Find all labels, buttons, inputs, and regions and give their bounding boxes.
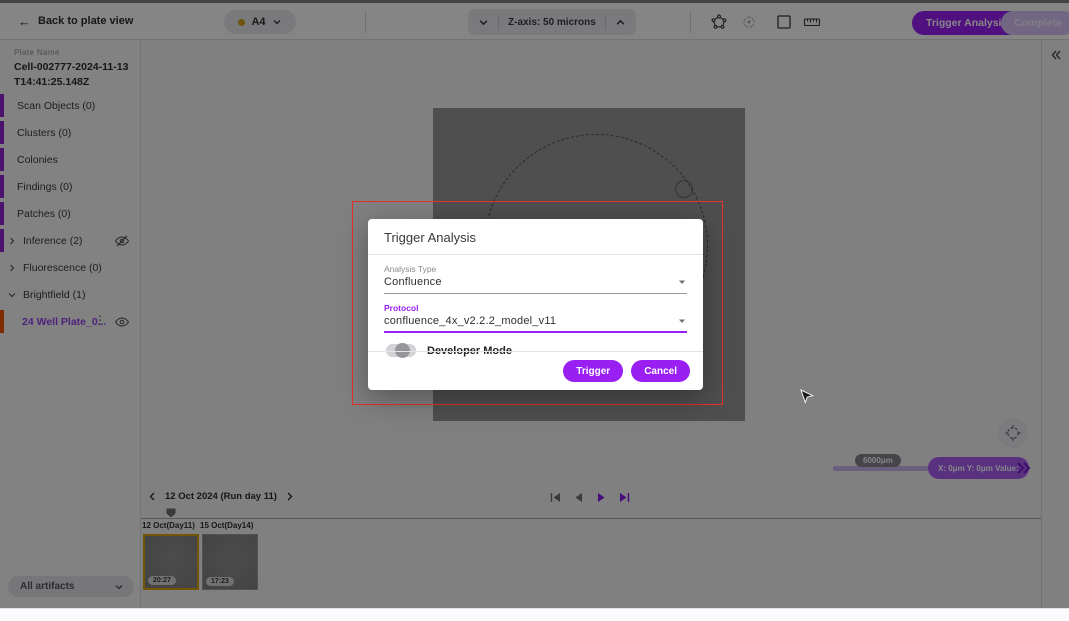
- trigger-analysis-dialog: Trigger Analysis Analysis Type Confluenc…: [368, 219, 703, 390]
- analysis-type-value: Confluence: [384, 276, 677, 288]
- analysis-type-field: Analysis Type Confluence: [384, 264, 687, 294]
- mouse-cursor: [800, 389, 814, 409]
- page-footer-strip: [0, 608, 1069, 621]
- cancel-button[interactable]: Cancel: [631, 360, 690, 382]
- dialog-title: Trigger Analysis: [368, 219, 703, 255]
- dialog-footer: Trigger Cancel: [368, 351, 703, 390]
- analysis-type-select[interactable]: Confluence: [384, 276, 687, 294]
- app-window: ← Back to plate view A4 Z-axis: 50 micro…: [0, 0, 1069, 621]
- analysis-type-label: Analysis Type: [384, 264, 687, 274]
- protocol-select[interactable]: confluence_4x_v2.2.2_model_v11: [384, 315, 687, 333]
- dropdown-caret-icon: [677, 316, 687, 326]
- trigger-button[interactable]: Trigger: [563, 360, 623, 382]
- protocol-label: Protocol: [384, 303, 687, 313]
- protocol-field: Protocol confluence_4x_v2.2.2_model_v11: [384, 303, 687, 333]
- protocol-value: confluence_4x_v2.2.2_model_v11: [384, 315, 677, 327]
- dropdown-caret-icon: [677, 277, 687, 287]
